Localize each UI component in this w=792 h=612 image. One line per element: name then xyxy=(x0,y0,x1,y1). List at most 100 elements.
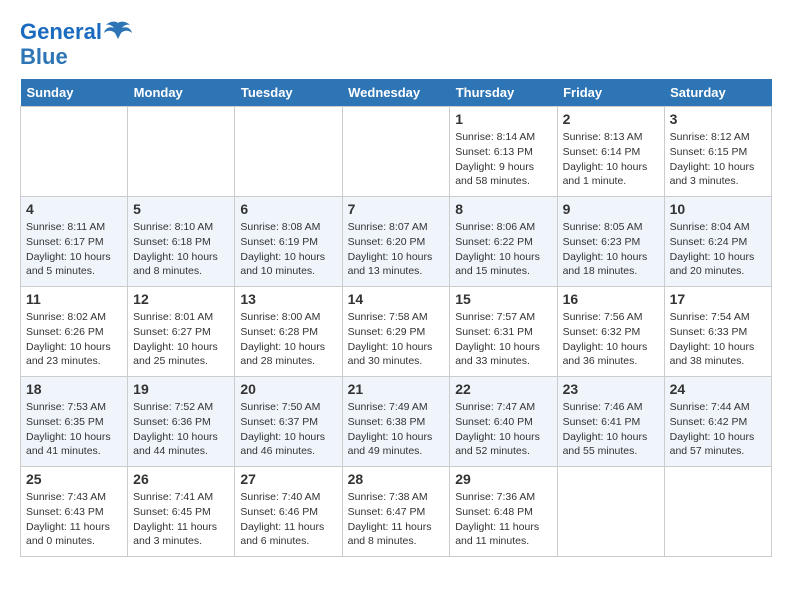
calendar-cell: 2 Sunrise: 8:13 AM Sunset: 6:14 PM Daylig… xyxy=(557,107,664,197)
calendar-cell: 7 Sunrise: 8:07 AM Sunset: 6:20 PM Daylig… xyxy=(342,197,450,287)
day-number: 1 xyxy=(455,111,551,127)
logo: General Blue xyxy=(20,20,132,69)
day-number: 5 xyxy=(133,201,229,217)
day-number: 19 xyxy=(133,381,229,397)
day-info: Sunrise: 7:53 AM Sunset: 6:35 PM Dayligh… xyxy=(26,400,122,459)
calendar-week-row: 25 Sunrise: 7:43 AM Sunset: 6:43 PM Dayli… xyxy=(21,467,772,557)
day-number: 7 xyxy=(348,201,445,217)
calendar-cell: 27 Sunrise: 7:40 AM Sunset: 6:46 PM Dayli… xyxy=(235,467,342,557)
col-header-sunday: Sunday xyxy=(21,79,128,107)
col-header-tuesday: Tuesday xyxy=(235,79,342,107)
day-number: 2 xyxy=(563,111,659,127)
day-number: 23 xyxy=(563,381,659,397)
day-number: 22 xyxy=(455,381,551,397)
day-info: Sunrise: 7:43 AM Sunset: 6:43 PM Dayligh… xyxy=(26,490,122,549)
logo-blue: Blue xyxy=(20,45,132,69)
day-number: 20 xyxy=(240,381,336,397)
day-info: Sunrise: 8:10 AM Sunset: 6:18 PM Dayligh… xyxy=(133,220,229,279)
logo-general: General xyxy=(20,19,102,44)
calendar-cell: 1 Sunrise: 8:14 AM Sunset: 6:13 PM Daylig… xyxy=(450,107,557,197)
day-number: 10 xyxy=(670,201,766,217)
calendar-cell xyxy=(235,107,342,197)
day-info: Sunrise: 7:57 AM Sunset: 6:31 PM Dayligh… xyxy=(455,310,551,369)
day-info: Sunrise: 7:41 AM Sunset: 6:45 PM Dayligh… xyxy=(133,490,229,549)
calendar-cell xyxy=(128,107,235,197)
calendar-cell: 17Sunrise: 7:54 AM Sunset: 6:33 PM Dayli… xyxy=(664,287,771,377)
day-number: 8 xyxy=(455,201,551,217)
day-number: 15 xyxy=(455,291,551,307)
day-number: 14 xyxy=(348,291,445,307)
calendar-cell: 20 Sunrise: 7:50 AM Sunset: 6:37 PM Dayli… xyxy=(235,377,342,467)
day-info: Sunrise: 7:54 AM Sunset: 6:33 PM Dayligh… xyxy=(670,310,766,369)
day-number: 12 xyxy=(133,291,229,307)
day-info: Sunrise: 8:13 AM Sunset: 6:14 PM Dayligh… xyxy=(563,130,659,189)
day-number: 4 xyxy=(26,201,122,217)
day-number: 21 xyxy=(348,381,445,397)
col-header-thursday: Thursday xyxy=(450,79,557,107)
day-info: Sunrise: 7:46 AM Sunset: 6:41 PM Dayligh… xyxy=(563,400,659,459)
calendar-cell: 21 Sunrise: 7:49 AM Sunset: 6:38 PM Dayli… xyxy=(342,377,450,467)
col-header-wednesday: Wednesday xyxy=(342,79,450,107)
day-number: 24 xyxy=(670,381,766,397)
day-info: Sunrise: 7:49 AM Sunset: 6:38 PM Dayligh… xyxy=(348,400,445,459)
day-info: Sunrise: 8:00 AM Sunset: 6:28 PM Dayligh… xyxy=(240,310,336,369)
calendar-cell: 25 Sunrise: 7:43 AM Sunset: 6:43 PM Dayli… xyxy=(21,467,128,557)
calendar-week-row: 4 Sunrise: 8:11 AM Sunset: 6:17 PM Daylig… xyxy=(21,197,772,287)
calendar-cell: 4 Sunrise: 8:11 AM Sunset: 6:17 PM Daylig… xyxy=(21,197,128,287)
day-number: 13 xyxy=(240,291,336,307)
day-info: Sunrise: 8:11 AM Sunset: 6:17 PM Dayligh… xyxy=(26,220,122,279)
page-header: General Blue xyxy=(20,20,772,69)
calendar-week-row: 18 Sunrise: 7:53 AM Sunset: 6:35 PM Dayli… xyxy=(21,377,772,467)
day-info: Sunrise: 7:58 AM Sunset: 6:29 PM Dayligh… xyxy=(348,310,445,369)
day-info: Sunrise: 7:40 AM Sunset: 6:46 PM Dayligh… xyxy=(240,490,336,549)
day-number: 3 xyxy=(670,111,766,127)
day-info: Sunrise: 7:38 AM Sunset: 6:47 PM Dayligh… xyxy=(348,490,445,549)
logo-bird-icon xyxy=(104,21,132,43)
calendar-cell xyxy=(21,107,128,197)
calendar-cell: 6Sunrise: 8:08 AM Sunset: 6:19 PM Daylig… xyxy=(235,197,342,287)
col-header-saturday: Saturday xyxy=(664,79,771,107)
day-number: 18 xyxy=(26,381,122,397)
calendar-cell: 24 Sunrise: 7:44 AM Sunset: 6:42 PM Dayli… xyxy=(664,377,771,467)
day-number: 6 xyxy=(240,201,336,217)
day-number: 27 xyxy=(240,471,336,487)
calendar-cell: 22 Sunrise: 7:47 AM Sunset: 6:40 PM Dayli… xyxy=(450,377,557,467)
day-number: 16 xyxy=(563,291,659,307)
calendar-header-row: SundayMondayTuesdayWednesdayThursdayFrid… xyxy=(21,79,772,107)
calendar-cell: 9 Sunrise: 8:05 AM Sunset: 6:23 PM Daylig… xyxy=(557,197,664,287)
day-number: 28 xyxy=(348,471,445,487)
calendar-cell: 26Sunrise: 7:41 AM Sunset: 6:45 PM Dayli… xyxy=(128,467,235,557)
day-info: Sunrise: 7:50 AM Sunset: 6:37 PM Dayligh… xyxy=(240,400,336,459)
calendar-cell: 13 Sunrise: 8:00 AM Sunset: 6:28 PM Dayli… xyxy=(235,287,342,377)
calendar-cell: 14 Sunrise: 7:58 AM Sunset: 6:29 PM Dayli… xyxy=(342,287,450,377)
day-info: Sunrise: 8:02 AM Sunset: 6:26 PM Dayligh… xyxy=(26,310,122,369)
calendar-table: SundayMondayTuesdayWednesdayThursdayFrid… xyxy=(20,79,772,557)
calendar-cell: 16 Sunrise: 7:56 AM Sunset: 6:32 PM Dayli… xyxy=(557,287,664,377)
calendar-cell xyxy=(664,467,771,557)
day-info: Sunrise: 8:04 AM Sunset: 6:24 PM Dayligh… xyxy=(670,220,766,279)
calendar-cell: 23 Sunrise: 7:46 AM Sunset: 6:41 PM Dayli… xyxy=(557,377,664,467)
day-info: Sunrise: 8:14 AM Sunset: 6:13 PM Dayligh… xyxy=(455,130,551,189)
calendar-cell: 10 Sunrise: 8:04 AM Sunset: 6:24 PM Dayli… xyxy=(664,197,771,287)
col-header-friday: Friday xyxy=(557,79,664,107)
calendar-cell xyxy=(342,107,450,197)
calendar-cell xyxy=(557,467,664,557)
calendar-cell: 15 Sunrise: 7:57 AM Sunset: 6:31 PM Dayli… xyxy=(450,287,557,377)
calendar-cell: 3Sunrise: 8:12 AM Sunset: 6:15 PM Daylig… xyxy=(664,107,771,197)
calendar-cell: 12 Sunrise: 8:01 AM Sunset: 6:27 PM Dayli… xyxy=(128,287,235,377)
calendar-week-row: 1 Sunrise: 8:14 AM Sunset: 6:13 PM Daylig… xyxy=(21,107,772,197)
day-info: Sunrise: 8:01 AM Sunset: 6:27 PM Dayligh… xyxy=(133,310,229,369)
calendar-cell: 8Sunrise: 8:06 AM Sunset: 6:22 PM Daylig… xyxy=(450,197,557,287)
day-info: Sunrise: 8:07 AM Sunset: 6:20 PM Dayligh… xyxy=(348,220,445,279)
day-info: Sunrise: 7:36 AM Sunset: 6:48 PM Dayligh… xyxy=(455,490,551,549)
day-info: Sunrise: 7:44 AM Sunset: 6:42 PM Dayligh… xyxy=(670,400,766,459)
day-number: 25 xyxy=(26,471,122,487)
calendar-week-row: 11 Sunrise: 8:02 AM Sunset: 6:26 PM Dayli… xyxy=(21,287,772,377)
day-info: Sunrise: 8:05 AM Sunset: 6:23 PM Dayligh… xyxy=(563,220,659,279)
day-number: 11 xyxy=(26,291,122,307)
calendar-cell: 19Sunrise: 7:52 AM Sunset: 6:36 PM Dayli… xyxy=(128,377,235,467)
day-info: Sunrise: 7:47 AM Sunset: 6:40 PM Dayligh… xyxy=(455,400,551,459)
day-number: 9 xyxy=(563,201,659,217)
day-info: Sunrise: 7:56 AM Sunset: 6:32 PM Dayligh… xyxy=(563,310,659,369)
day-number: 29 xyxy=(455,471,551,487)
